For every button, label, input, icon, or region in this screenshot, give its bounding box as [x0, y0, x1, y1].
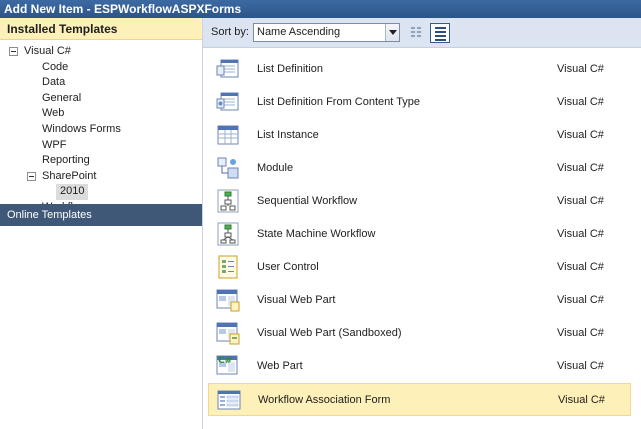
tree-item-label: 2010	[56, 184, 89, 200]
template-name: Web Part	[257, 360, 303, 372]
template-name: List Definition	[257, 63, 324, 75]
template-item-user-control[interactable]: User Control Visual C#	[208, 251, 631, 284]
template-language: Visual C#	[557, 96, 604, 108]
template-name: User Control	[257, 261, 319, 273]
template-language: Visual C#	[558, 394, 605, 406]
template-language: Visual C#	[557, 360, 604, 372]
tree-item-label: SharePoint	[42, 169, 97, 182]
module-icon	[216, 156, 240, 180]
tree-item-web[interactable]: Web	[0, 106, 202, 122]
small-icons-view-button[interactable]	[406, 23, 426, 43]
template-language: Visual C#	[557, 63, 604, 75]
tree-item-reporting[interactable]: Reporting	[0, 153, 202, 169]
list-definition-icon	[216, 57, 240, 81]
tree-item-wpf[interactable]: WPF	[0, 138, 202, 154]
template-item-list-definition-from-content-type[interactable]: List Definition From Content Type Visual…	[208, 86, 631, 119]
template-language: Visual C#	[557, 327, 604, 339]
web-part-icon: C#	[216, 354, 240, 378]
sort-dropdown[interactable]: Name Ascending	[253, 23, 400, 42]
template-item-sequential-workflow[interactable]: Sequential Workflow Visual C#	[208, 185, 631, 218]
tree-item-label: Web	[42, 107, 65, 120]
visual-web-part-sandboxed-icon	[216, 321, 240, 345]
installed-templates-header[interactable]: Installed Templates	[0, 18, 202, 40]
user-control-icon	[216, 255, 240, 279]
tree-item-label: WPF	[42, 138, 67, 151]
template-name: Module	[257, 162, 294, 174]
medium-icons-view-icon	[435, 27, 446, 41]
collapse-icon[interactable]	[9, 47, 18, 56]
tree-item-label: Windows Forms	[42, 122, 121, 135]
tree-item-label: General	[42, 91, 82, 104]
template-language: Visual C#	[557, 261, 604, 273]
online-templates-item[interactable]: Online Templates	[0, 204, 202, 226]
template-name: Sequential Workflow	[257, 195, 358, 207]
template-language: Visual C#	[557, 129, 604, 141]
tree-item-sharepoint[interactable]: SharePoint	[0, 169, 202, 185]
tree-item-visual-csharp[interactable]: Visual C#	[0, 44, 202, 60]
sequential-workflow-icon	[216, 189, 240, 213]
tree-item-label: Visual C#	[24, 45, 71, 57]
tree-item-data[interactable]: Data	[0, 75, 202, 91]
tree-item-2010[interactable]: 2010	[0, 184, 202, 200]
template-name: State Machine Workflow	[257, 228, 376, 240]
template-language: Visual C#	[557, 162, 604, 174]
tree-item-label: Data	[42, 76, 66, 89]
tree-item-label: Reporting	[42, 154, 90, 167]
sort-by-label: Sort by:	[211, 26, 249, 38]
window-title: Add New Item - ESPWorkflowASPXForms	[0, 0, 641, 18]
template-name: Visual Web Part	[257, 294, 336, 306]
template-name: Workflow Association Form	[258, 394, 391, 406]
tree-item-code[interactable]: Code	[0, 60, 202, 76]
medium-icons-view-button[interactable]	[430, 23, 450, 43]
list-definition-content-type-icon	[216, 90, 240, 114]
svg-text:C#: C#	[218, 356, 232, 366]
tree-item-general[interactable]: General	[0, 91, 202, 107]
template-name: Visual Web Part (Sandboxed)	[257, 327, 402, 339]
templates-pane: Sort by: Name Ascending List Definition …	[203, 18, 641, 429]
state-machine-workflow-icon	[216, 222, 240, 246]
tree-item-label: Code	[42, 60, 69, 73]
tree-item-windows-forms[interactable]: Windows Forms	[0, 122, 202, 138]
collapse-icon[interactable]	[27, 171, 36, 181]
template-item-module[interactable]: Module Visual C#	[208, 152, 631, 185]
chevron-down-icon[interactable]	[385, 24, 399, 41]
template-item-list-definition[interactable]: List Definition Visual C#	[208, 53, 631, 86]
template-item-state-machine-workflow[interactable]: State Machine Workflow Visual C#	[208, 218, 631, 251]
template-list: List Definition Visual C# List Definitio…	[203, 49, 641, 429]
template-item-visual-web-part[interactable]: Visual Web Part Visual C#	[208, 284, 631, 317]
workflow-association-form-icon	[217, 388, 241, 412]
list-instance-icon	[216, 123, 240, 147]
template-language: Visual C#	[557, 294, 604, 306]
template-item-web-part[interactable]: C# Web Part Visual C#	[208, 350, 631, 383]
sort-dropdown-value: Name Ascending	[257, 26, 341, 38]
template-language: Visual C#	[557, 195, 604, 207]
template-item-list-instance[interactable]: List Instance Visual C#	[208, 119, 631, 152]
sort-toolbar: Sort by: Name Ascending	[203, 18, 641, 48]
template-name: List Instance	[257, 129, 319, 141]
visual-web-part-icon	[216, 288, 240, 312]
template-language: Visual C#	[557, 228, 604, 240]
template-item-workflow-association-form[interactable]: Workflow Association Form Visual C#	[208, 383, 631, 416]
small-icons-view-icon	[411, 27, 422, 40]
template-name: List Definition From Content Type	[257, 96, 421, 108]
template-tree: Visual C# Code Data General Web Windows …	[0, 40, 202, 216]
template-item-visual-web-part-sandboxed[interactable]: Visual Web Part (Sandboxed) Visual C#	[208, 317, 631, 350]
